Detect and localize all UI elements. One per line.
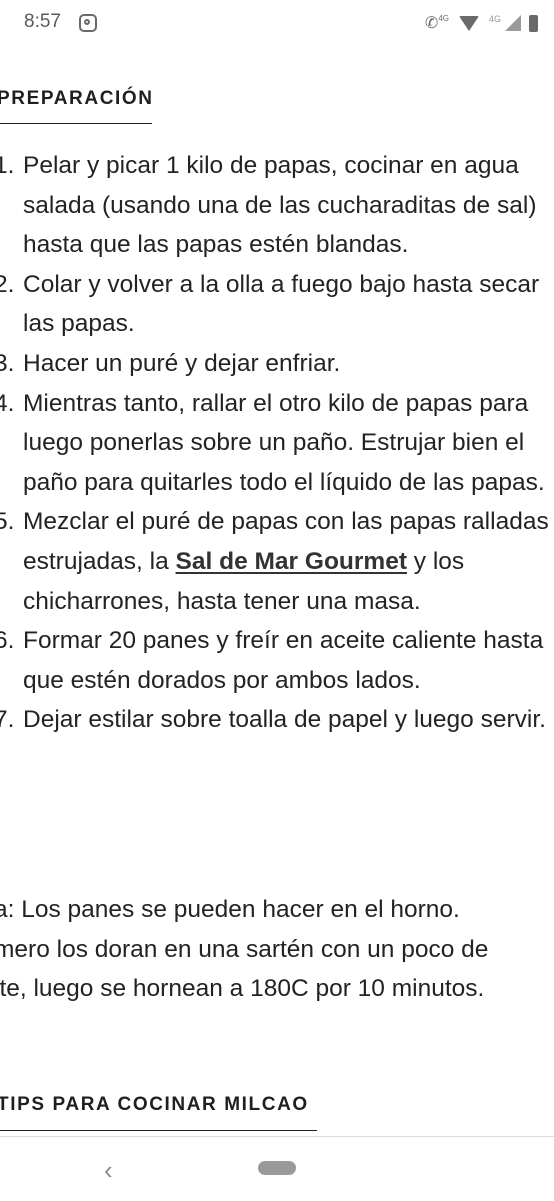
- preparation-steps-list: 1. Pelar y picar 1 kilo de papas, cocina…: [0, 146, 554, 740]
- status-time: 8:57: [24, 11, 61, 32]
- step-text: Mientras tanto, rallar el otro kilo de p…: [23, 389, 545, 496]
- step-item: 5. Mezclar el puré de papas con las papa…: [0, 502, 554, 621]
- navigation-bar: ‹: [0, 1136, 554, 1201]
- step-number: 4.: [0, 389, 15, 417]
- status-bar: 8:57 ✆ 4G 4G: [0, 0, 554, 46]
- note-line: mero los doran en una sartén con un poco…: [0, 935, 489, 963]
- back-icon[interactable]: ‹: [104, 1155, 113, 1186]
- step-number: 5.: [0, 508, 15, 536]
- status-icons: ✆ 4G 4G: [425, 12, 538, 34]
- network-type-small: 4G: [438, 13, 449, 23]
- step-number: 2.: [0, 270, 15, 298]
- step-item: 7. Dejar estilar sobre toalla de papel y…: [0, 700, 554, 740]
- signal-icon: [505, 15, 521, 31]
- step-number: 1.: [0, 152, 15, 179]
- step-item: 3. Hacer un puré y dejar enfriar.: [0, 344, 554, 384]
- network-type-label: 4G: [488, 14, 501, 24]
- tips-heading-underline: [0, 1130, 317, 1131]
- step-item: 4. Mientras tanto, rallar el otro kilo d…: [0, 384, 554, 503]
- preparation-heading: PREPARACIÓN: [0, 88, 154, 109]
- home-pill-button[interactable]: [258, 1161, 296, 1175]
- step-text: Pelar y picar 1 kilo de papas, cocinar e…: [23, 152, 537, 259]
- step-text: Formar 20 panes y freír en aceite calien…: [23, 627, 544, 694]
- step-item: 6. Formar 20 panes y freír en aceite cal…: [0, 621, 554, 700]
- step-item: 2. Colar y volver a la olla a fuego bajo…: [0, 265, 554, 344]
- step-item: 1. Pelar y picar 1 kilo de papas, cocina…: [0, 146, 554, 265]
- wifi-calling-icon: ✆: [424, 15, 439, 32]
- battery-icon: [529, 14, 538, 32]
- step-number: 3.: [0, 349, 15, 377]
- step-text: Colar y volver a la olla a fuego bajo ha…: [23, 270, 540, 338]
- recipe-note: a: Los panes se pueden hacer en el horno…: [0, 890, 554, 1009]
- step-text: Hacer un puré y dejar enfriar.: [23, 349, 341, 377]
- step-number: 6.: [0, 627, 15, 655]
- step-text: Dejar estilar sobre toalla de papel y lu…: [23, 706, 546, 734]
- note-line: ite, luego se hornean a 180C por 10 minu…: [0, 975, 485, 1003]
- step-number: 7.: [0, 706, 15, 734]
- tips-heading: TIPS PARA COCINAR MILCAO: [0, 1094, 309, 1115]
- preparation-heading-underline: [0, 123, 152, 124]
- instagram-icon: [79, 14, 97, 32]
- wifi-icon: [458, 15, 479, 31]
- sal-de-mar-gourmet-link[interactable]: Sal de Mar Gourmet: [176, 548, 407, 575]
- note-line: a: Los panes se pueden hacer en el horno…: [0, 896, 460, 923]
